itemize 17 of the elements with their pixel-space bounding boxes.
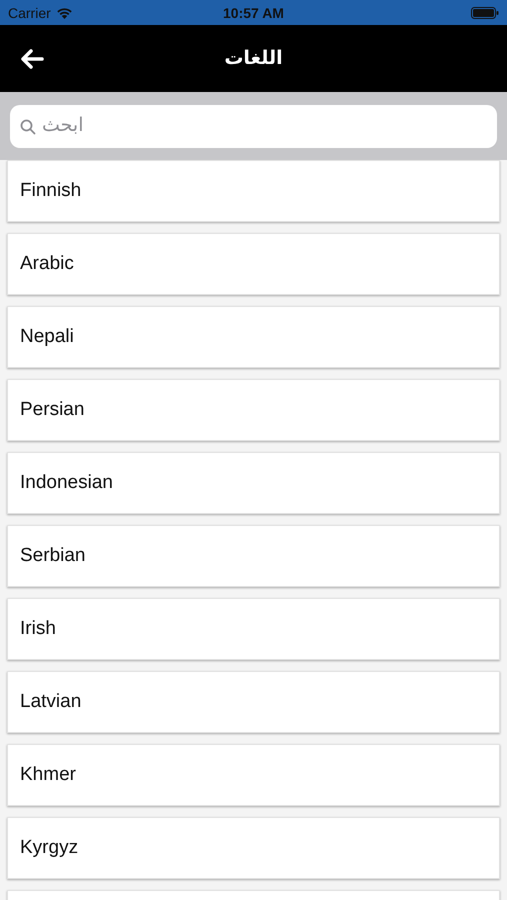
language-item[interactable]: Serbian [7, 525, 500, 587]
language-item[interactable]: Kyrgyz [7, 817, 500, 879]
search-field[interactable]: ابحث [10, 104, 497, 148]
wifi-icon [56, 6, 73, 18]
back-arrow-icon [20, 48, 44, 68]
language-item[interactable]: Indonesian [7, 452, 500, 514]
clock-time: 10:57 AM [223, 4, 284, 20]
language-item[interactable]: Nepali [7, 306, 500, 368]
carrier-label: Carrier [8, 4, 51, 20]
language-item[interactable]: Finnish [7, 160, 500, 222]
language-item[interactable]: Irish [7, 598, 500, 660]
language-item[interactable]: Persian [7, 379, 500, 441]
battery-icon [471, 6, 499, 18]
language-item[interactable]: Latvian [7, 671, 500, 733]
page-title: اللغات [224, 47, 283, 70]
language-item[interactable]: Khmer [7, 744, 500, 806]
language-item[interactable]: Arabic [7, 233, 500, 295]
